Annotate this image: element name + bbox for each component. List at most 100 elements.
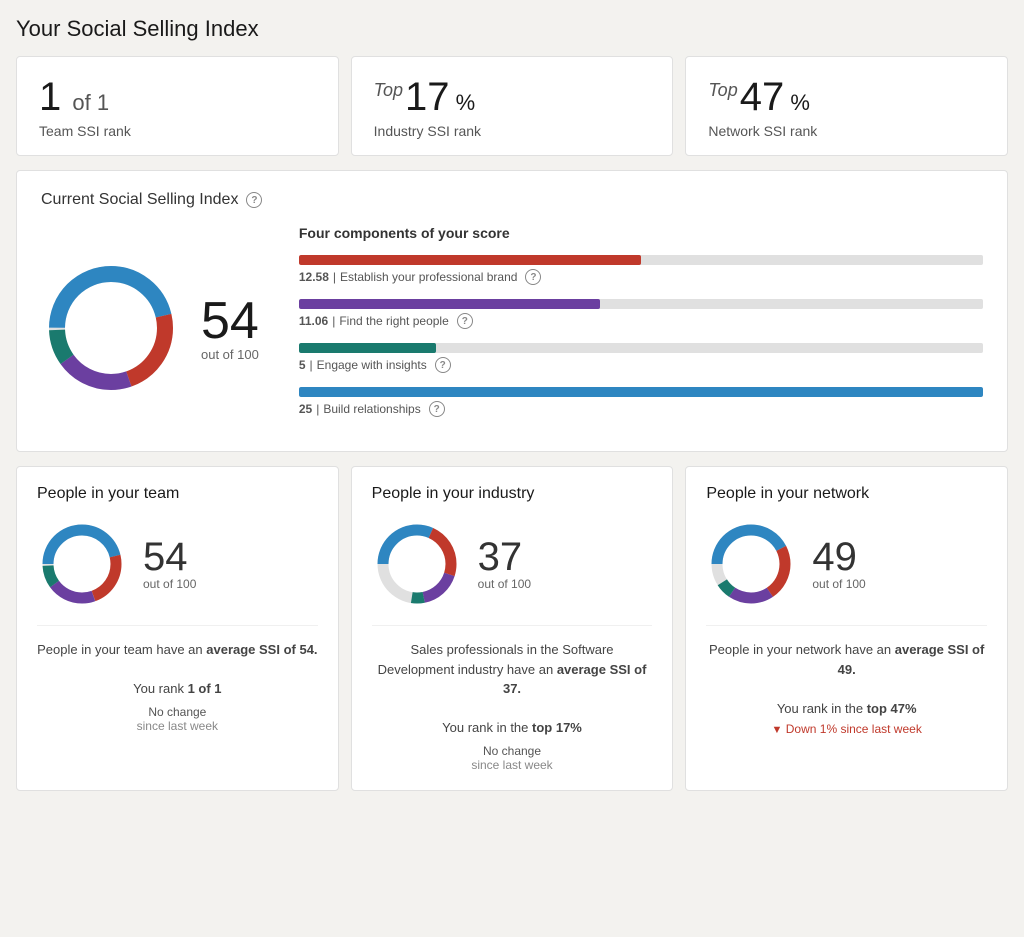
engage-score: 5 bbox=[299, 358, 306, 372]
team-score: 54 out of 100 bbox=[143, 537, 196, 591]
industry-rank-sup: Top bbox=[374, 80, 403, 100]
team-desc-line1: People in your team have an bbox=[37, 642, 206, 657]
team-rank-card: 1 of 1 Team SSI rank bbox=[16, 56, 339, 156]
build-score: 25 bbox=[299, 402, 312, 416]
team-rank-number: 1 of 1 bbox=[39, 75, 316, 119]
team-rank-value: 1 bbox=[39, 75, 61, 119]
team-rank-label: Team SSI rank bbox=[39, 123, 316, 139]
industry-rank-number: Top17 % bbox=[374, 75, 651, 119]
component-brand: 12.58 | Establish your professional bran… bbox=[299, 255, 983, 285]
network-score: 49 out of 100 bbox=[812, 537, 865, 591]
team-card: People in your team 54 out of 100 People… bbox=[16, 466, 339, 791]
network-card-main: 49 out of 100 bbox=[706, 519, 987, 609]
team-rank-of: of 1 bbox=[72, 90, 109, 115]
find-help-icon[interactable]: ? bbox=[457, 313, 473, 329]
network-rank-sup: Top bbox=[708, 80, 737, 100]
team-change-suffix: since last week bbox=[37, 719, 318, 733]
network-score-label: out of 100 bbox=[812, 577, 865, 591]
industry-donut-chart bbox=[372, 519, 462, 609]
engage-bar-track bbox=[299, 343, 983, 353]
team-no-change: No change bbox=[37, 705, 318, 719]
network-rank-label: Network SSI rank bbox=[708, 123, 985, 139]
brand-bar-track bbox=[299, 255, 983, 265]
brand-bar-label: 12.58 | Establish your professional bran… bbox=[299, 269, 983, 285]
team-desc-line2: You rank bbox=[133, 681, 187, 696]
find-bar-fill bbox=[299, 299, 600, 309]
components-title: Four components of your score bbox=[299, 225, 983, 241]
network-change-text: Down 1% bbox=[786, 722, 837, 736]
find-separator: | bbox=[332, 314, 335, 328]
industry-desc-bold2: top 17% bbox=[532, 720, 582, 735]
build-bar-label: 25 | Build relationships ? bbox=[299, 401, 983, 417]
network-card: People in your network 49 out of 100 Peo… bbox=[685, 466, 1008, 791]
ssi-card-title-text: Current Social Selling Index bbox=[41, 191, 238, 209]
bottom-cards-row: People in your team 54 out of 100 People… bbox=[16, 466, 1008, 791]
components-section: Four components of your score 12.58 | Es… bbox=[299, 225, 983, 431]
ssi-help-icon[interactable]: ? bbox=[246, 192, 262, 208]
donut-section: 54 out of 100 bbox=[41, 258, 259, 398]
ssi-card-title-row: Current Social Selling Index ? bbox=[41, 191, 983, 209]
ssi-score-label: out of 100 bbox=[201, 347, 259, 362]
component-find: 11.06 | Find the right people ? bbox=[299, 299, 983, 329]
component-engage: 5 | Engage with insights ? bbox=[299, 343, 983, 373]
network-card-desc: People in your network have an average S… bbox=[706, 625, 987, 718]
build-help-icon[interactable]: ? bbox=[429, 401, 445, 417]
industry-card-title: People in your industry bbox=[372, 485, 653, 503]
engage-help-icon[interactable]: ? bbox=[435, 357, 451, 373]
find-label-text: Find the right people bbox=[339, 314, 448, 328]
team-card-main: 54 out of 100 bbox=[37, 519, 318, 609]
network-rank-card: Top47 % Network SSI rank bbox=[685, 56, 1008, 156]
brand-bar-fill bbox=[299, 255, 641, 265]
network-change-suffix: since last week bbox=[840, 722, 921, 736]
industry-card: People in your industry 37 out of 100 Sa… bbox=[351, 466, 674, 791]
build-bar-fill bbox=[299, 387, 983, 397]
industry-score: 37 out of 100 bbox=[478, 537, 531, 591]
industry-card-desc: Sales professionals in the Software Deve… bbox=[372, 625, 653, 738]
component-build: 25 | Build relationships ? bbox=[299, 387, 983, 417]
network-desc-line1: People in your network have an bbox=[709, 642, 895, 657]
industry-score-num: 37 bbox=[478, 537, 531, 577]
team-card-title: People in your team bbox=[37, 485, 318, 503]
build-separator: | bbox=[316, 402, 319, 416]
network-rank-pct: % bbox=[784, 90, 810, 115]
engage-label-text: Engage with insights bbox=[317, 358, 427, 372]
down-arrow-icon: ▼ bbox=[772, 724, 783, 736]
page-title: Your Social Selling Index bbox=[16, 16, 1008, 42]
network-score-num: 49 bbox=[812, 537, 865, 577]
find-bar-label: 11.06 | Find the right people ? bbox=[299, 313, 983, 329]
team-score-label: out of 100 bbox=[143, 577, 196, 591]
page-container: Your Social Selling Index 1 of 1 Team SS… bbox=[16, 16, 1008, 791]
industry-rank-pct: % bbox=[450, 90, 476, 115]
network-rank-number: Top47 % bbox=[708, 75, 985, 119]
network-donut-chart bbox=[706, 519, 796, 609]
team-donut-chart bbox=[37, 519, 127, 609]
industry-rank-card: Top17 % Industry SSI rank bbox=[351, 56, 674, 156]
engage-bar-fill bbox=[299, 343, 436, 353]
find-score: 11.06 bbox=[299, 314, 328, 328]
network-down-change: ▼ Down 1% since last week bbox=[706, 722, 987, 736]
network-rank-value: 47 bbox=[740, 75, 785, 119]
brand-help-icon[interactable]: ? bbox=[525, 269, 541, 285]
industry-change-suffix: since last week bbox=[372, 758, 653, 772]
industry-rank-label: Industry SSI rank bbox=[374, 123, 651, 139]
main-donut-chart bbox=[41, 258, 181, 398]
build-bar-track bbox=[299, 387, 983, 397]
ssi-main-card: Current Social Selling Index ? bbox=[16, 170, 1008, 452]
build-label-text: Build relationships bbox=[323, 402, 420, 416]
team-desc-bold2: 1 of 1 bbox=[188, 681, 222, 696]
team-card-desc: People in your team have an average SSI … bbox=[37, 625, 318, 699]
engage-separator: | bbox=[310, 358, 313, 372]
industry-no-change: No change bbox=[372, 744, 653, 758]
ssi-content: 54 out of 100 Four components of your sc… bbox=[41, 225, 983, 431]
brand-score: 12.58 bbox=[299, 270, 329, 284]
industry-desc-line2: You rank in the bbox=[442, 720, 532, 735]
brand-label-text: Establish your professional brand bbox=[340, 270, 517, 284]
find-bar-track bbox=[299, 299, 983, 309]
team-score-num: 54 bbox=[143, 537, 196, 577]
ssi-score-number: 54 bbox=[201, 295, 259, 347]
engage-bar-label: 5 | Engage with insights ? bbox=[299, 357, 983, 373]
main-donut-score: 54 out of 100 bbox=[201, 295, 259, 362]
industry-card-main: 37 out of 100 bbox=[372, 519, 653, 609]
rank-cards-row: 1 of 1 Team SSI rank Top17 % Industry SS… bbox=[16, 56, 1008, 156]
brand-separator: | bbox=[333, 270, 336, 284]
